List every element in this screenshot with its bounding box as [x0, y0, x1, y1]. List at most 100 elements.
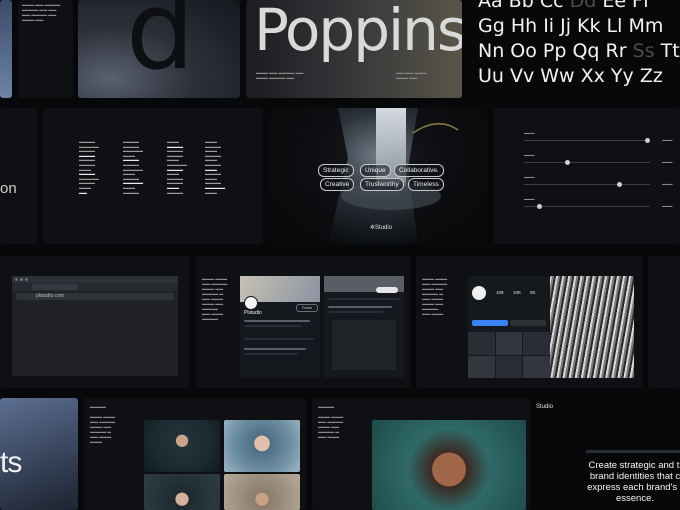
studio-mark: Studio	[536, 404, 554, 410]
slider-end-label: ▬▬▬	[662, 204, 673, 208]
alphabet-segment: Ss	[632, 40, 655, 62]
architecture-photo	[550, 276, 634, 378]
font-weights: ▬▬ ▬▬ ▬▬▬ ▬▬▬ ▬▬	[396, 70, 427, 80]
hero-description: ▬▬▬▬ ▬▬▬ ▬▬▬ ▬▬ ▬▬▬▬ ▬▬▬ ▬▬ ▬▬▬▬ ▬ ▬▬ ▬▬▬	[318, 404, 344, 439]
body-copy: ▬▬▬ ▬▬ ▬▬▬▬ ▬▬▬▬ ▬▬ ▬▬ ▬▬ ▬▬▬▬ ▬▬ ▬▬▬ ▬▬	[22, 2, 61, 22]
partial-word: ts	[0, 446, 22, 479]
post-thumb[interactable]	[468, 332, 495, 355]
font-name: Poppins	[254, 0, 462, 64]
slider-control[interactable]: ▬▬▬ ▬▬▬	[524, 175, 674, 188]
word-column-1: ▬▬▬▬ ▬▬▬▬▬ ▬▬▬▬ ▬▬▬▬ ▬▬▬▬ ▬▬▬▬ ▬▬▬ ▬▬▬▬ ▬▬▬▬▬ ▬▬▬…	[79, 139, 99, 195]
slider-track[interactable]	[524, 206, 650, 207]
word-list-card: ▬▬▬▬ ▬▬▬▬▬ ▬▬▬▬ ▬▬▬▬ ▬▬▬▬ ▬▬▬▬ ▬▬▬ ▬▬▬▬ ▬▬▬▬▬ ▬▬▬…	[43, 108, 263, 244]
slider-knob[interactable]	[616, 182, 622, 187]
profile-stat: 108	[496, 290, 504, 295]
partial-word-card: on	[0, 108, 38, 244]
hero-portrait-card: ▬▬▬▬ ▬▬▬ ▬▬▬ ▬▬ ▬▬▬▬ ▬▬▬ ▬▬ ▬▬▬▬ ▬ ▬▬ ▬▬▬	[312, 398, 530, 510]
alphabet-segment: Gg Hh Ii Jj Kk Ll Mm	[478, 15, 664, 37]
brand-value-chip: Trustworthy	[360, 178, 404, 191]
brand-statement-card: Studio Create strategic and ti brand ide…	[536, 398, 680, 510]
brand-statement: Create strategic and ti brand identities…	[587, 460, 680, 504]
brand-value-chip: Creative	[320, 178, 355, 191]
avatar[interactable]	[244, 296, 258, 310]
follow-button[interactable]: Follow	[296, 304, 318, 312]
profile-name: Plstudio	[244, 310, 262, 316]
letter-specimen-card: d	[78, 0, 240, 98]
font-details: ▬▬▬ ▬▬ ▬▬▬▬ ▬▬ ▬▬▬ ▬▬▬▬ ▬▬	[256, 70, 304, 80]
slider-end-label: ▬▬▬	[662, 182, 673, 186]
slider-label: ▬▬▬	[524, 197, 535, 201]
browser-titlebar	[12, 276, 178, 283]
follow-button[interactable]	[376, 287, 398, 293]
copy-card: ▬▬▬ ▬▬ ▬▬▬▬ ▬▬▬▬ ▬▬ ▬▬ ▬▬ ▬▬▬▬ ▬▬ ▬▬▬ ▬▬	[18, 0, 73, 98]
post-thumb[interactable]	[495, 355, 523, 378]
slider-track[interactable]	[524, 162, 650, 163]
browser-tab[interactable]	[32, 284, 78, 290]
avatar[interactable]	[472, 286, 486, 300]
word-column-3: ▬▬▬ ▬▬▬▬ ▬▬▬▬ ▬▬▬▬ ▬▬▬ ▬▬▬▬▬ ▬▬▬▬ ▬▬▬ ▬▬▬▬ ▬▬▬▬ ▬▬…	[167, 139, 187, 195]
brand-value-chip: Unique	[360, 164, 391, 177]
slider-end-label: ▬▬▬	[662, 138, 673, 142]
alphabet-segment: Nn Oo Pp Qq Rr	[478, 40, 633, 62]
profile-phone: 108 10K 0K	[468, 276, 550, 378]
slider-knob[interactable]	[537, 204, 543, 209]
post-thumb[interactable]	[468, 355, 495, 378]
post-grid	[468, 332, 550, 378]
browser-mockup-card: plstudio.com	[0, 256, 190, 388]
post-line	[244, 353, 298, 355]
bio-line	[244, 320, 310, 322]
window-close-icon[interactable]	[15, 278, 18, 281]
partial-word: on	[0, 180, 17, 197]
post-line	[328, 311, 384, 313]
word-column-2: ▬▬▬▬ ▬▬▬▬ ▬▬▬▬▬ ▬▬▬ ▬▬▬▬ ▬▬▬▬ ▬▬▬▬▬ ▬▬▬ ▬▬▬▬ ▬▬▬▬…	[123, 139, 143, 195]
alphabet-segment: Uu Vv Ww Xx Yy Zz	[478, 65, 663, 87]
profile-stat: 0K	[530, 290, 536, 295]
post-thumb[interactable]	[523, 332, 550, 355]
post-media[interactable]	[332, 320, 396, 370]
window-maximize-icon[interactable]	[25, 278, 28, 281]
brand-value-chip: Collaborative.	[394, 164, 444, 177]
alphabet-card: Aa Bb Cc Dd Ee Ff Gg Hh Ii Jj Kk Ll Mm Nn …	[466, 0, 680, 98]
slider-knob[interactable]	[645, 138, 651, 143]
profile-phone-right	[324, 276, 404, 378]
portrait-photo	[144, 474, 220, 510]
waterfall-image-card: Strategic Unique Collaborative. Creative Tru…	[268, 108, 488, 244]
follow-button[interactable]	[472, 320, 508, 326]
slider-control[interactable]: ▬▬▬ ▬▬▬	[524, 197, 674, 210]
slider-label: ▬▬▬	[524, 153, 535, 157]
alphabet-line: Aa Bb Cc Dd Ee Ff	[478, 0, 650, 12]
word-column-4: ▬▬▬ ▬▬▬▬ ▬▬▬ ▬▬▬▬ ▬▬▬ ▬▬▬▬ ▬▬▬ ▬▬▬▬ ▬▬▬ ▬▬▬▬ ▬▬▬▬▬…	[205, 139, 225, 195]
slider-knob[interactable]	[564, 160, 570, 165]
alphabet-segment: Tt	[654, 40, 680, 62]
brand-value-chip: Strategic	[318, 164, 354, 177]
post-thumb[interactable]	[523, 355, 550, 378]
profile-stat: 10K	[513, 290, 522, 295]
post-line	[244, 348, 306, 350]
alphabet-line: Gg Hh Ii Jj Kk Ll Mm	[478, 15, 663, 37]
message-button[interactable]	[510, 320, 546, 326]
slider-control[interactable]: ▬▬▬ ▬▬▬	[524, 153, 674, 166]
slider-control[interactable]: ▬▬▬ ▬▬▬	[524, 131, 674, 144]
portrait-photo	[144, 420, 220, 472]
instagram-profile-card: ▬▬▬ ▬▬▬ ▬▬ ▬▬▬▬ ▬▬▬ ▬▬ ▬▬▬▬ ▬ ▬▬ ▬▬▬ ▬▬▬ ▬▬ ▬▬…	[416, 256, 642, 388]
portrait-grid-card: ▬▬▬▬ ▬▬▬ ▬▬▬ ▬▬ ▬▬▬▬ ▬▬▬ ▬▬ ▬▬▬▬ ▬ ▬▬ ▬▬▬ ▬▬▬	[84, 398, 306, 510]
portrait-photo	[224, 474, 300, 510]
brand-value-chip: Timeless	[408, 178, 444, 191]
slider-track[interactable]	[524, 140, 650, 141]
slider-controls-card: ▬▬▬ ▬▬▬ ▬▬▬ ▬▬▬ ▬▬▬ ▬▬▬ ▬▬▬ ▬▬▬	[494, 108, 680, 244]
post-line	[328, 306, 392, 308]
hero-portrait-photo	[372, 420, 526, 510]
window-minimize-icon[interactable]	[20, 278, 23, 281]
slider-track[interactable]	[524, 184, 650, 185]
browser-address-bar[interactable]: plstudio.com	[16, 293, 174, 300]
slider-label: ▬▬▬	[524, 131, 535, 135]
browser-tabbar	[12, 283, 178, 291]
studio-mark: ✲Studio	[370, 225, 393, 231]
profile-description: ▬▬▬ ▬▬▬ ▬▬ ▬▬▬▬ ▬▬▬ ▬▬ ▬▬▬▬ ▬ ▬▬ ▬▬▬ ▬▬▬ ▬▬ ▬▬…	[202, 276, 228, 321]
browser-window: plstudio.com	[12, 276, 178, 376]
browser-url: plstudio.com	[36, 293, 65, 299]
team-description: ▬▬▬▬ ▬▬▬ ▬▬▬ ▬▬ ▬▬▬▬ ▬▬▬ ▬▬ ▬▬▬▬ ▬ ▬▬ ▬▬▬ ▬▬▬	[90, 404, 116, 444]
post-thumb[interactable]	[495, 332, 523, 355]
profile-description: ▬▬▬ ▬▬▬ ▬▬ ▬▬▬▬ ▬▬▬ ▬▬ ▬▬▬▬ ▬ ▬▬ ▬▬▬ ▬▬▬ ▬▬ ▬▬…	[422, 276, 448, 316]
alphabet-line: Nn Oo Pp Qq Rr Ss Tt	[478, 40, 680, 62]
